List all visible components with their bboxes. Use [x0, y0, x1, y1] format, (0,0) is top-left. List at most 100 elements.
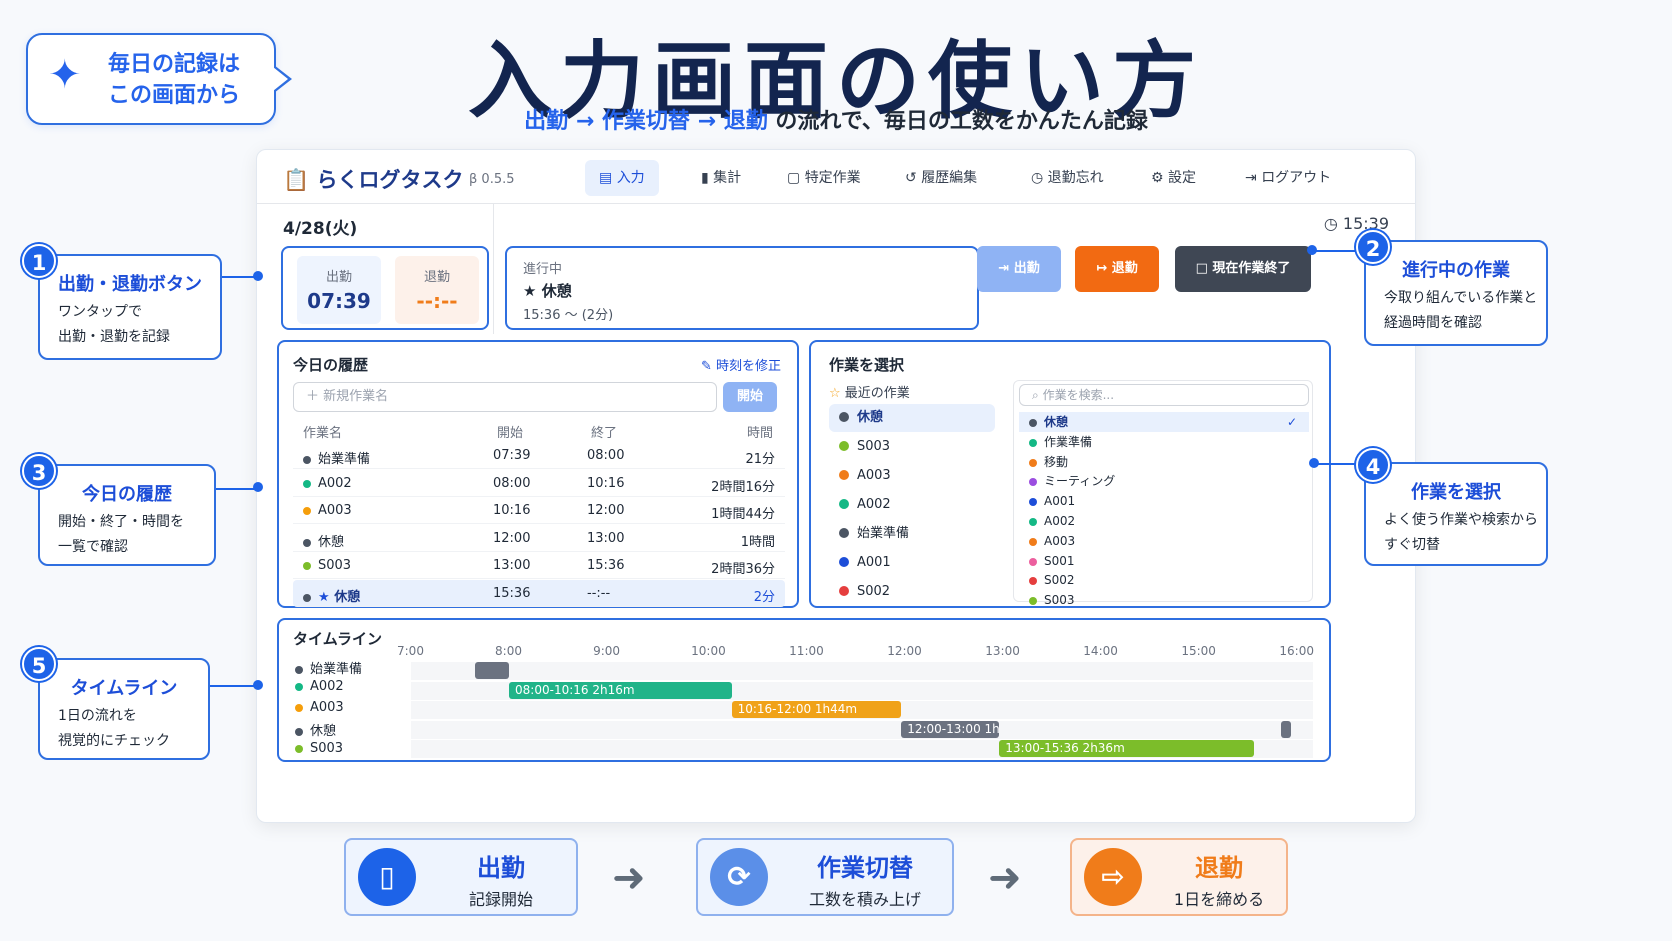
timeline-tick: 10:00	[691, 644, 726, 658]
task-list-item[interactable]: S002	[1019, 570, 1309, 590]
timeline-bar[interactable]	[1280, 720, 1292, 738]
subtitle-step-clockout: 退勤	[723, 109, 768, 134]
task-list-item[interactable]: A003	[1019, 531, 1309, 551]
task-name-cell: ★ 休憩	[303, 586, 360, 605]
nav-history-edit[interactable]: ↺ 履歴編集	[891, 160, 991, 196]
star-icon: ☆	[829, 386, 841, 401]
start-cell: 12:00	[493, 530, 531, 546]
color-dot	[839, 441, 849, 451]
recent-label: ☆ 最近の作業	[829, 386, 910, 401]
callout-title: 今日の履歴	[82, 484, 172, 505]
duration-cell: 21分	[745, 452, 775, 467]
callout-number-badge: 3	[22, 454, 56, 488]
bubble-line-2: この画面から	[108, 83, 241, 108]
color-dot	[1029, 438, 1037, 447]
duration-cell: 2分	[753, 589, 775, 605]
task-list-item[interactable]: ミーティング	[1019, 471, 1309, 491]
table-row[interactable]: A002 08:00 10:16 2時間16分	[293, 470, 785, 497]
current-time: ◷ 15:39	[1323, 214, 1389, 233]
callout-number-badge: 5	[22, 647, 56, 681]
color-dot	[1029, 498, 1037, 507]
col-start: 開始	[497, 426, 524, 441]
timeline-bar[interactable]: 12:00-13:00 1h	[901, 720, 1000, 738]
flow-clockout: ⇨ 退勤 1日を締める	[1070, 838, 1288, 916]
gear-icon: ⚙	[1151, 170, 1164, 186]
color-dot	[1029, 478, 1037, 487]
start-cell: 10:16	[493, 503, 531, 518]
task-list-item[interactable]: S001	[1019, 551, 1309, 571]
nav-special-task[interactable]: ▢ 特定作業	[773, 160, 875, 196]
task-list-item[interactable]: A002	[1019, 511, 1309, 531]
finish-task-button[interactable]: □ 現在作業終了	[1175, 246, 1311, 292]
color-dot	[303, 507, 311, 515]
table-row[interactable]: ★ 休憩 15:36 --:-- 2分	[293, 579, 785, 607]
timeline-bar[interactable]	[474, 662, 510, 679]
callout-connector	[1312, 250, 1356, 252]
nav-input[interactable]: ▤ 入力	[585, 160, 659, 196]
flow-arrow-icon: ➜	[612, 855, 646, 901]
clockout-display: 退勤 --:--	[395, 256, 479, 324]
callout-body: 今取り組んでいる作業と	[1384, 290, 1538, 306]
timeline-row	[411, 662, 1313, 680]
recent-task-item[interactable]: A002	[829, 491, 995, 519]
app-logo: 📋 らくログタスク	[283, 168, 464, 192]
subtitle-text: の流れで、毎日の工数をかんたん記録	[775, 109, 1148, 134]
task-list-item[interactable]: S003	[1019, 590, 1309, 610]
flow-clockin: ▯ 出勤 記録開始	[344, 838, 578, 916]
history-panel: 今日の履歴 ✎ 時刻を修正 ＋ 新規作業名 開始 作業名 開始 終了 時間 始業…	[277, 340, 799, 608]
clockout-button[interactable]: ↦ 退勤	[1075, 246, 1159, 292]
door-icon: ▯	[358, 848, 416, 906]
timeline-tick: 9:00	[593, 644, 621, 658]
timeline-bar[interactable]: 13:00-15:36 2h36m	[999, 740, 1255, 758]
timeline-tick: 16:00	[1279, 644, 1314, 658]
task-list-item[interactable]: 作業準備	[1019, 432, 1309, 452]
logout-icon: ↦	[1096, 261, 1108, 276]
timeline-tick: 12:00	[887, 644, 922, 658]
table-row[interactable]: A003 10:16 12:00 1時間44分	[293, 497, 785, 524]
subtitle-arrow: →	[697, 109, 717, 134]
check-icon: ✓	[1286, 415, 1297, 429]
recent-task-item[interactable]: 始業準備	[829, 520, 995, 548]
color-dot	[295, 682, 303, 691]
nav-logout[interactable]: ⇥ ログアウト	[1231, 160, 1345, 196]
task-list-item[interactable]: A001	[1019, 491, 1309, 511]
task-name-cell: A002	[303, 476, 352, 491]
callout-anchor-dot	[253, 680, 263, 690]
table-row[interactable]: 始業準備 07:39 08:00 21分	[293, 442, 785, 469]
task-list-item[interactable]: 移動	[1019, 452, 1309, 472]
timeline-bar[interactable]: 10:16-12:00 1h44m	[731, 701, 902, 719]
nav-summary[interactable]: ▮ 集計	[687, 160, 755, 196]
task-list-item[interactable]: 休憩 ✓	[1019, 412, 1309, 432]
table-row[interactable]: S003 13:00 15:36 2時間36分	[293, 552, 785, 579]
timeline-legend-item: 始業準備	[295, 658, 362, 677]
recent-task-item[interactable]: S003	[829, 433, 995, 461]
recent-task-item[interactable]: A001	[829, 549, 995, 577]
select-title: 作業を選択	[829, 356, 905, 374]
task-name-cell: 休憩	[303, 531, 344, 550]
edit-time-link[interactable]: ✎ 時刻を修正	[701, 355, 781, 374]
app-window: 📋 らくログタスク β 0.5.5 ▤ 入力 ▮ 集計 ▢ 特定作業 ↺ 履歴編…	[256, 149, 1416, 823]
recent-task-item[interactable]: S002	[829, 578, 995, 606]
color-dot	[1029, 537, 1037, 546]
timeline-bar[interactable]: 08:00-10:16 2h16m	[509, 681, 732, 699]
new-task-input[interactable]: ＋ 新規作業名	[293, 382, 717, 412]
callout-anchor-dot	[253, 482, 263, 492]
start-cell: 08:00	[493, 475, 531, 491]
end-cell: 13:00	[587, 530, 625, 546]
intro-bubble: ✦ 毎日の記録は この画面から	[26, 33, 292, 125]
nav-settings[interactable]: ⚙ 設定	[1137, 160, 1210, 196]
login-icon: ⇥	[998, 261, 1010, 276]
sparkle-icon: ✦	[48, 52, 82, 98]
recent-task-item[interactable]: 休憩	[829, 404, 995, 432]
start-button[interactable]: 開始	[723, 382, 777, 412]
table-row[interactable]: 休憩 12:00 13:00 1時間	[293, 525, 785, 552]
clockin-button[interactable]: ⇥ 出勤	[977, 246, 1061, 292]
timeline-legend-item: A003	[295, 700, 344, 715]
task-search-input[interactable]: ⌕ 作業を検索...	[1019, 384, 1309, 406]
action-buttons: ⇥ 出勤 ↦ 退勤 □ 現在作業終了	[963, 234, 1319, 324]
nav-forgot-clockout[interactable]: ◷ 退勤忘れ	[1017, 160, 1118, 196]
callout-body: すぐ切替	[1384, 537, 1440, 553]
callout-connector	[1314, 463, 1356, 465]
recent-task-item[interactable]: A003	[829, 462, 995, 490]
callout-number-badge: 2	[1356, 230, 1390, 264]
